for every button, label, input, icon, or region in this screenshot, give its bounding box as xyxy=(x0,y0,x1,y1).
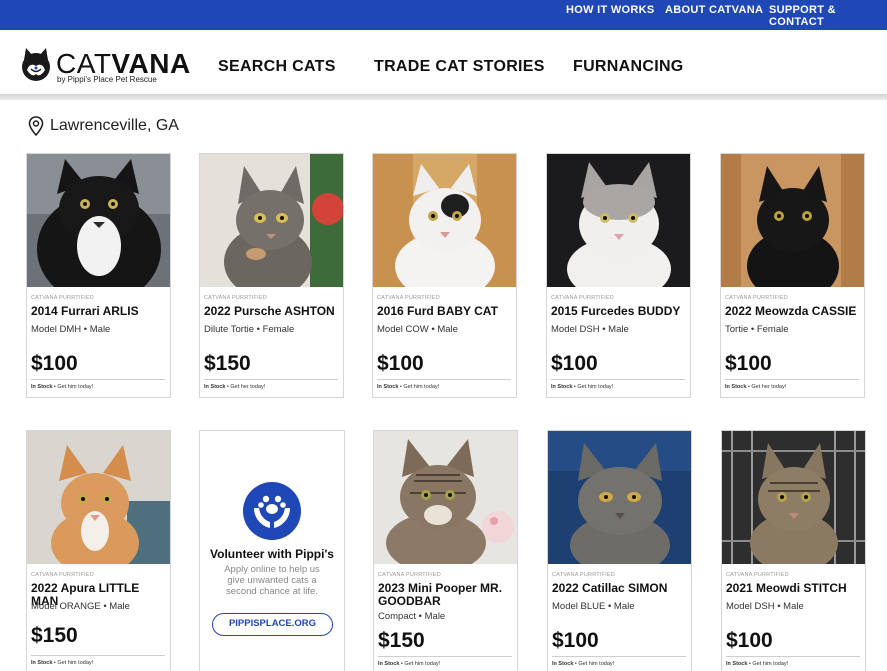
cat-card[interactable]: CATVANA PURRTIFIED 2022 Pursche ASHTON D… xyxy=(199,153,344,398)
card-tag: CATVANA PURRTIFIED xyxy=(552,572,615,578)
card-divider xyxy=(726,656,860,657)
card-model: Dilute Tortie • Female xyxy=(204,324,295,335)
card-stock: In Stock • Get her today! xyxy=(725,384,787,390)
card-title: 2022 Catillac SIMON xyxy=(552,581,668,595)
nav-furnancing[interactable]: FURNANCING xyxy=(573,58,684,76)
top-utility-bar: HOW IT WORKS ABOUT CATVANA SUPPORT & CON… xyxy=(0,0,887,30)
card-title: 2022 Meowzda CASSIE xyxy=(725,304,857,318)
card-title: 2016 Furd BABY CAT xyxy=(377,304,498,318)
map-pin-icon xyxy=(28,116,44,136)
card-price: $150 xyxy=(204,352,251,375)
hands-paw-icon xyxy=(243,482,301,540)
card-title: 2022 Pursche ASHTON xyxy=(204,304,335,318)
card-tag: CATVANA PURRTIFIED xyxy=(725,295,788,301)
card-model: Tortie • Female xyxy=(725,324,789,335)
card-divider xyxy=(31,655,165,656)
card-divider xyxy=(551,379,685,380)
card-price: $150 xyxy=(378,629,425,652)
card-stock: In Stock • Get him today! xyxy=(31,384,94,390)
card-model: Model DSH • Male xyxy=(551,324,629,335)
cat-photo xyxy=(27,431,170,564)
card-tag: CATVANA PURRTIFIED xyxy=(726,572,789,578)
about-catvana-link[interactable]: ABOUT CATVANA xyxy=(665,4,763,16)
card-model: Model DMH • Male xyxy=(31,324,111,335)
cat-photo xyxy=(721,154,864,287)
card-tag: CATVANA PURRTIFIED xyxy=(31,572,94,578)
card-divider xyxy=(378,656,512,657)
brand-wordmark: CATVANA xyxy=(56,48,191,79)
card-model: Model DSH • Male xyxy=(726,601,804,612)
card-tag: CATVANA PURRTIFIED xyxy=(377,295,440,301)
card-tag: CATVANA PURRTIFIED xyxy=(378,572,441,578)
volunteer-promo-card: Volunteer with Pippi's Apply online to h… xyxy=(199,430,345,671)
cat-card[interactable]: CATVANA PURRTIFIED 2023 Mini Pooper MR. … xyxy=(373,430,518,671)
card-price: $100 xyxy=(552,629,599,652)
card-divider xyxy=(204,379,338,380)
cat-photo xyxy=(27,154,170,287)
card-price: $150 xyxy=(31,624,78,647)
card-divider xyxy=(31,379,165,380)
card-model: Model BLUE • Male xyxy=(552,601,635,612)
card-model: Model ORANGE • Male xyxy=(31,601,130,612)
cat-photo xyxy=(548,431,691,564)
card-price: $100 xyxy=(31,352,78,375)
cat-photo xyxy=(722,431,865,564)
cat-card[interactable]: CATVANA PURRTIFIED 2022 Apura LITTLE MAN… xyxy=(26,430,171,671)
cat-photo xyxy=(373,154,516,287)
nav-trade-cat-stories[interactable]: TRADE CAT STORIES xyxy=(374,58,545,76)
card-stock: In Stock • Get him today! xyxy=(377,384,440,390)
nav-search-cats[interactable]: SEARCH CATS xyxy=(218,58,336,76)
card-price: $100 xyxy=(551,352,598,375)
card-stock: In Stock • Get him today! xyxy=(551,384,614,390)
support-contact-link[interactable]: SUPPORT & CONTACT xyxy=(769,4,887,28)
promo-title: Volunteer with Pippi's xyxy=(210,547,334,561)
card-stock: In Stock • Get him today! xyxy=(726,661,789,667)
card-stock: In Stock • Get him today! xyxy=(552,661,615,667)
cat-card[interactable]: CATVANA PURRTIFIED 2022 Catillac SIMON M… xyxy=(547,430,692,671)
cat-photo xyxy=(374,431,517,564)
card-title: 2021 Meowdi STITCH xyxy=(726,581,847,595)
card-tag: CATVANA PURRTIFIED xyxy=(31,295,94,301)
pippisplace-link-button[interactable]: PIPPISPLACE.ORG xyxy=(212,613,333,636)
cat-photo xyxy=(200,154,343,287)
card-tag: CATVANA PURRTIFIED xyxy=(204,295,267,301)
cat-card[interactable]: CATVANA PURRTIFIED 2016 Furd BABY CAT Mo… xyxy=(372,153,517,398)
card-model: Model COW • Male xyxy=(377,324,458,335)
cat-card[interactable]: CATVANA PURRTIFIED 2014 Furrari ARLIS Mo… xyxy=(26,153,171,398)
card-price: $100 xyxy=(726,629,773,652)
cat-card[interactable]: CATVANA PURRTIFIED 2021 Meowdi STITCH Mo… xyxy=(721,430,866,671)
brand-subtitle: by Pippi's Place Pet Rescue xyxy=(57,75,157,84)
card-divider xyxy=(552,656,686,657)
main-header: CATVANA by Pippi's Place Pet Rescue SEAR… xyxy=(0,30,887,96)
card-title: 2014 Furrari ARLIS xyxy=(31,304,139,318)
location-label: Lawrenceville, GA xyxy=(50,117,179,134)
card-stock: In Stock • Get him today! xyxy=(378,661,441,667)
card-divider xyxy=(377,379,511,380)
cat-head-logo-icon xyxy=(22,48,50,81)
card-model: Compact • Male xyxy=(378,611,446,622)
card-tag: CATVANA PURRTIFIED xyxy=(551,295,614,301)
card-price: $100 xyxy=(377,352,424,375)
promo-description: Apply online to help us give unwanted ca… xyxy=(224,564,320,597)
card-divider xyxy=(725,379,859,380)
card-title: 2015 Furcedes BUDDY xyxy=(551,304,681,318)
header-shadow xyxy=(0,94,887,100)
how-it-works-link[interactable]: HOW IT WORKS xyxy=(566,4,655,16)
card-stock: In Stock • Get him today! xyxy=(31,660,94,666)
cat-photo xyxy=(547,154,690,287)
card-title: 2023 Mini Pooper MR. GOODBAR xyxy=(378,581,503,608)
card-stock: In Stock • Get her today! xyxy=(204,384,266,390)
cat-card[interactable]: CATVANA PURRTIFIED 2015 Furcedes BUDDY M… xyxy=(546,153,691,398)
card-price: $100 xyxy=(725,352,772,375)
cat-card[interactable]: CATVANA PURRTIFIED 2022 Meowzda CASSIE T… xyxy=(720,153,865,398)
